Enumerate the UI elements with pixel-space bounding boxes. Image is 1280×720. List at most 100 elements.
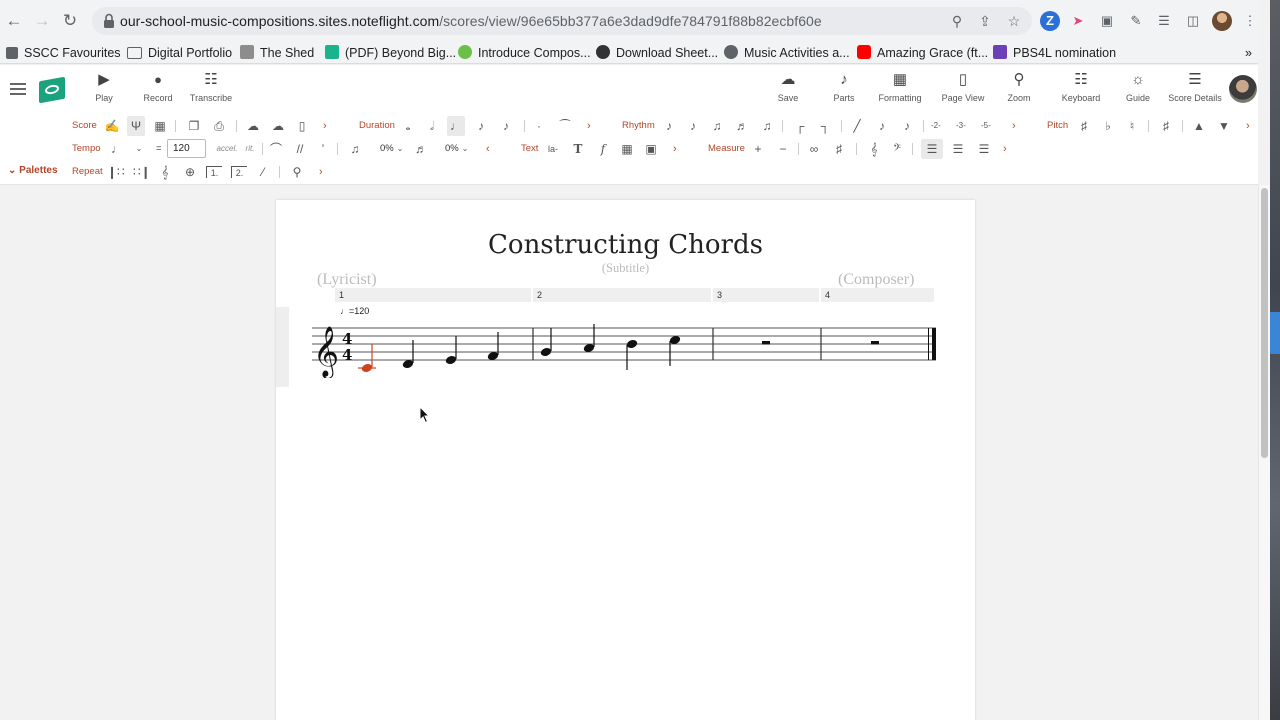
measure-number-1[interactable]: 1 [335, 288, 531, 302]
scroll-thumb[interactable] [1261, 188, 1268, 458]
noteflight-logo[interactable] [39, 76, 65, 104]
repeat-expand-chevron[interactable]: › [319, 162, 323, 182]
search-icon[interactable]: ⚲ [947, 11, 967, 31]
segno-icon[interactable]: 𝄞 [158, 162, 172, 182]
tempo-collapse-chevron[interactable]: ‹ [486, 139, 490, 159]
note-c4[interactable] [358, 344, 376, 373]
bookmark-folder[interactable]: Digital Portfolio [127, 44, 232, 62]
zoom-extension-icon[interactable]: Z [1040, 11, 1060, 31]
key-signature-icon[interactable]: ♯ [830, 139, 848, 159]
guide-button[interactable]: ☼ Guide [1122, 65, 1154, 115]
record-button[interactable]: ● Record [138, 65, 178, 115]
fermata-icon[interactable]: ⌒ [269, 139, 283, 159]
hamburger-menu-icon[interactable] [10, 83, 26, 95]
beam-start-icon[interactable]: ┌ [792, 116, 808, 136]
text-palette-label[interactable]: Text [521, 139, 538, 159]
slur-tool-icon[interactable]: ⚲ [288, 162, 306, 182]
measure-repeat-icon[interactable]: ⁄ [256, 162, 270, 182]
note-b4[interactable] [626, 339, 639, 370]
vertical-scrollbar[interactable] [1258, 185, 1270, 720]
file-icon[interactable]: ▯ [294, 116, 310, 136]
tremolo-icon[interactable]: ♫ [710, 116, 724, 136]
swing-sixteenth-dropdown-icon[interactable]: ⌄ [460, 139, 470, 159]
small-note-icon[interactable]: ♪ [900, 116, 914, 136]
text-expand-chevron[interactable]: › [673, 139, 677, 159]
measure-number-2[interactable]: 2 [533, 288, 711, 302]
score-expand-chevron[interactable]: › [323, 116, 327, 136]
beam-group-icon[interactable]: ♬ [734, 116, 750, 136]
barline-single-icon[interactable]: ☰ [921, 139, 943, 159]
keyboard-button[interactable]: ☷ Keyboard [1060, 65, 1102, 115]
quarter-note-icon[interactable]: ♩ [447, 116, 465, 136]
slash-icon[interactable]: ╱ [850, 116, 864, 136]
repeat-start-icon[interactable]: ❙∷ [107, 162, 125, 182]
barline-double-icon[interactable]: ☰ [948, 139, 968, 159]
grace-slash-icon[interactable]: ♪ [686, 116, 700, 136]
repeat-end-icon[interactable]: ∷❙ [133, 162, 151, 182]
zoom-button[interactable]: ⚲ Zoom [1003, 65, 1035, 115]
tempo-note-dropdown-icon[interactable]: ⌄ [133, 139, 145, 159]
flat-icon[interactable]: ♭ [1101, 116, 1115, 136]
repeat-palette-label[interactable]: Repeat [72, 162, 103, 182]
pitch-down-icon[interactable]: ▼ [1217, 116, 1231, 136]
duration-expand-chevron[interactable]: › [587, 116, 591, 136]
browser-menu-icon[interactable]: ⋮ [1240, 11, 1260, 31]
star-icon[interactable]: ☆ [1004, 11, 1024, 31]
parts-button[interactable]: ♪ Parts [827, 65, 861, 115]
sixteenth-note-icon[interactable]: ♪ [499, 116, 513, 136]
note-c5[interactable] [669, 335, 682, 366]
ritardando-button[interactable]: rit. [243, 139, 257, 159]
first-ending-button[interactable]: 1. [206, 166, 222, 178]
extensions-puzzle-icon[interactable]: ✎ [1126, 11, 1146, 31]
side-panel-icon[interactable]: ◫ [1183, 11, 1203, 31]
lyric-button[interactable]: la- [546, 139, 560, 159]
tempo-input[interactable]: 120 [167, 139, 206, 158]
transcribe-button[interactable]: ☷ Transcribe [188, 65, 234, 115]
text-bold-icon[interactable]: T [571, 139, 585, 159]
bookmark-item[interactable]: PBS4L nomination [993, 44, 1116, 62]
whole-rest-measure-3[interactable] [762, 341, 770, 345]
instrument-icon[interactable]: ✍ [103, 116, 121, 136]
reload-icon[interactable]: ↻ [60, 11, 80, 31]
whole-note-icon[interactable]: 𝅝 [401, 116, 415, 136]
time-signature-icon[interactable]: ∞ [806, 139, 822, 159]
swing-percent[interactable]: 0% [380, 139, 394, 159]
treble-clef-icon[interactable]: 𝄞 [866, 139, 882, 159]
remove-measure-icon[interactable]: − [776, 139, 790, 159]
more-bookmarks-chevron[interactable]: » [1245, 44, 1252, 62]
palettes-toggle[interactable]: ⌄ Palettes [8, 161, 58, 181]
print-icon[interactable]: ⎙ [210, 116, 228, 136]
chord-diagram-icon[interactable]: ▦ [619, 139, 635, 159]
measure-expand-chevron[interactable]: › [1003, 139, 1007, 159]
lyricist-field[interactable]: (Lyricist) [317, 271, 377, 289]
formatting-button[interactable]: ▦ Formatting [877, 65, 923, 115]
rhythm-palette-label[interactable]: Rhythm [622, 116, 655, 136]
score-title[interactable]: Constructing Chords [276, 228, 975, 262]
copy-part-icon[interactable]: ▦ [152, 116, 168, 136]
whole-rest-measure-4[interactable] [871, 341, 879, 345]
tempo-note-icon[interactable]: ♩ [110, 139, 124, 159]
triplet-button[interactable]: -3- [956, 116, 966, 136]
bookmark-item[interactable]: SSCC Favourites [6, 44, 121, 62]
half-note-icon[interactable]: 𝅗𝅥 [425, 116, 439, 136]
rhythm-expand-chevron[interactable]: › [1012, 116, 1016, 136]
pitch-up-icon[interactable]: ▲ [1192, 116, 1206, 136]
coda-icon[interactable]: ⊕ [183, 162, 197, 182]
bookmark-item[interactable]: Download Sheet... [596, 44, 718, 62]
forward-arrow-icon[interactable]: → [32, 11, 52, 31]
grace-note-icon[interactable]: ♪ [662, 116, 676, 136]
dynamics-icon[interactable]: f [596, 139, 610, 159]
bookmark-item[interactable]: Music Activities a... [724, 44, 850, 62]
save-button[interactable]: ☁ Save [771, 65, 805, 115]
score-palette-label[interactable]: Score [72, 116, 97, 136]
bookmark-item[interactable]: The Shed [240, 44, 314, 62]
rehearsal-mark-icon[interactable]: ▣ [644, 139, 658, 159]
bookmark-item[interactable]: (PDF) Beyond Big... [325, 44, 456, 62]
breath-mark-icon[interactable]: ’ [317, 139, 329, 159]
swing-dropdown-icon[interactable]: ⌄ [395, 139, 405, 159]
pitch-expand-chevron[interactable]: › [1246, 116, 1250, 136]
tie-icon[interactable]: ⁀ [556, 116, 574, 136]
page-view-button[interactable]: ▯ Page View [940, 65, 986, 115]
back-arrow-icon[interactable]: ← [4, 11, 24, 31]
duplicate-icon[interactable]: ❐ [186, 116, 202, 136]
